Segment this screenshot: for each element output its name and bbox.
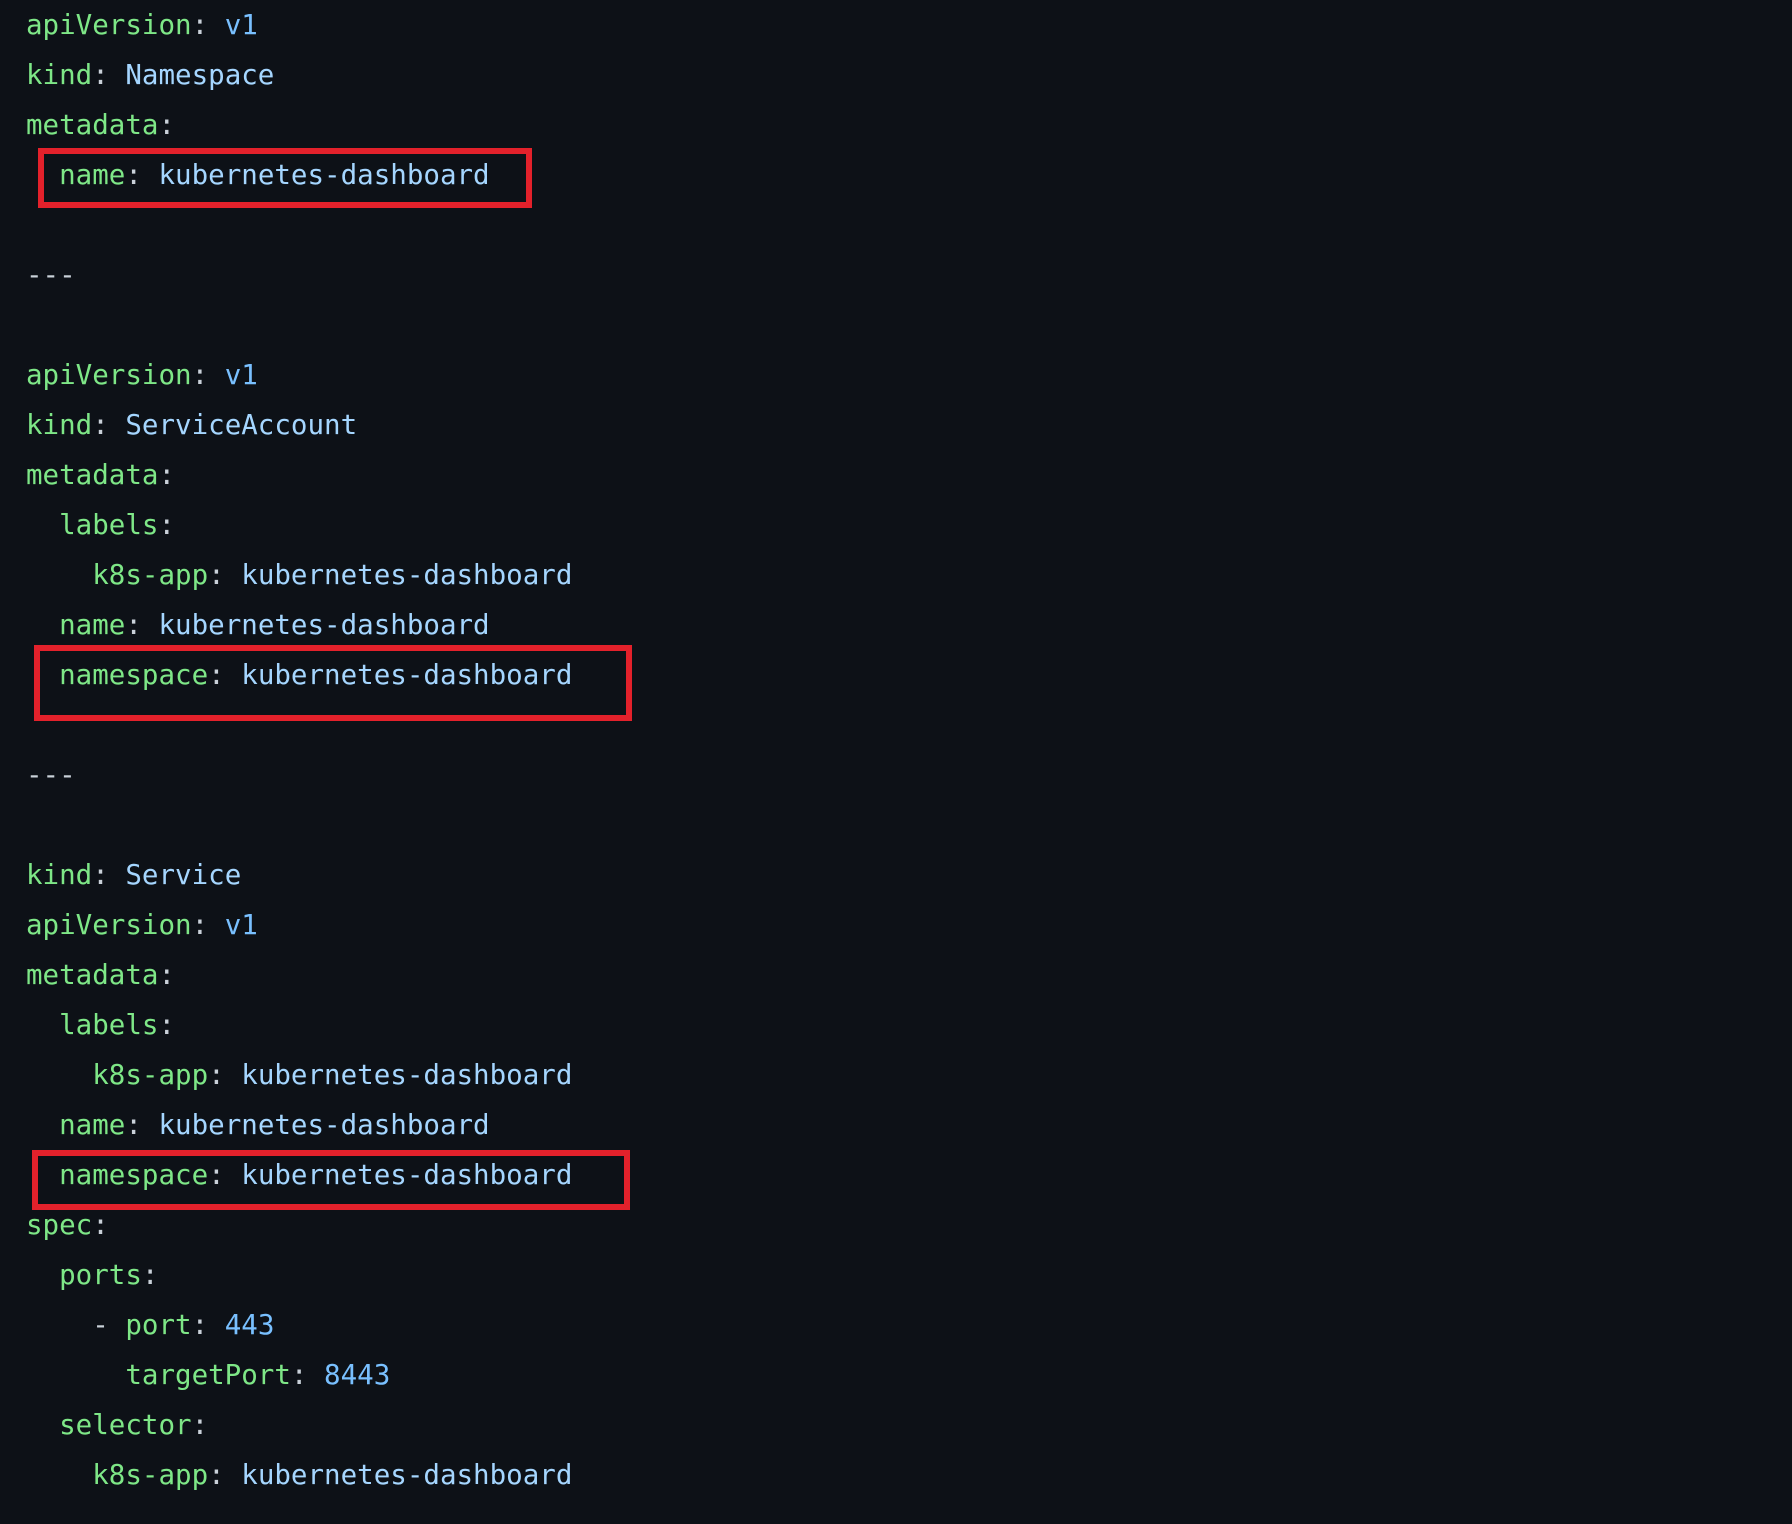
yaml-key: labels	[59, 1009, 159, 1041]
yaml-colon: :	[191, 1409, 209, 1441]
yaml-key: apiVersion	[26, 359, 192, 391]
yaml-colon: :	[92, 859, 109, 891]
code-line: labels:	[26, 1000, 572, 1050]
yaml-value: kubernetes-dashboard	[158, 1109, 490, 1141]
yaml-colon: :	[141, 1259, 159, 1291]
yaml-colon: :	[125, 1109, 142, 1141]
yaml-key: name	[59, 1109, 126, 1141]
yaml-colon: :	[191, 9, 209, 41]
code-line: kind: Service	[26, 850, 572, 900]
code-line: apiVersion: v1	[26, 900, 572, 950]
document-separator: ---	[26, 759, 76, 791]
yaml-key: targetPort	[125, 1359, 291, 1391]
yaml-value: kubernetes-dashboard	[158, 609, 490, 641]
code-line: k8s-app: kubernetes-dashboard	[26, 1050, 572, 1100]
code-line: kind: ServiceAccount	[26, 400, 572, 450]
yaml-colon: :	[92, 59, 109, 91]
yaml-value: kubernetes-dashboard	[241, 1059, 573, 1091]
yaml-colon: :	[158, 1009, 176, 1041]
code-line: name: kubernetes-dashboard	[26, 1100, 572, 1150]
yaml-key: k8s-app	[92, 1459, 209, 1491]
yaml-value: v1	[224, 9, 258, 41]
code-line: ---	[26, 250, 572, 300]
yaml-key: metadata	[26, 109, 159, 141]
code-line: selector:	[26, 1400, 572, 1450]
list-dash: -	[92, 1309, 126, 1341]
yaml-colon: :	[191, 359, 209, 391]
yaml-key: kind	[26, 409, 93, 441]
code-line: targetPort: 8443	[26, 1350, 572, 1400]
yaml-key: selector	[59, 1409, 192, 1441]
yaml-key: spec	[26, 1209, 93, 1241]
yaml-value: v1	[224, 359, 258, 391]
yaml-key: kind	[26, 59, 93, 91]
yaml-colon: :	[158, 959, 176, 991]
yaml-colon: :	[208, 1459, 225, 1491]
code-line: ports:	[26, 1250, 572, 1300]
code-line: metadata:	[26, 950, 572, 1000]
code-line: - port: 443	[26, 1300, 572, 1350]
yaml-colon: :	[125, 609, 142, 641]
yaml-value: v1	[224, 909, 258, 941]
yaml-code-block: apiVersion: v1 kind: Namespace metadata: n…	[26, 0, 572, 1500]
yaml-colon: :	[191, 909, 209, 941]
yaml-key: metadata	[26, 459, 159, 491]
yaml-value: Namespace	[125, 59, 275, 91]
code-line: kind: Namespace	[26, 50, 572, 100]
highlight-box-service-namespace	[32, 1150, 630, 1210]
code-line: k8s-app: kubernetes-dashboard	[26, 1450, 572, 1500]
yaml-key: port	[125, 1309, 192, 1341]
yaml-key: apiVersion	[26, 909, 192, 941]
code-line: apiVersion: v1	[26, 0, 572, 50]
yaml-value: 8443	[324, 1359, 391, 1391]
yaml-key: metadata	[26, 959, 159, 991]
yaml-value: 443	[224, 1309, 275, 1341]
yaml-value: kubernetes-dashboard	[241, 1459, 573, 1491]
code-line: k8s-app: kubernetes-dashboard	[26, 550, 572, 600]
yaml-value: ServiceAccount	[125, 409, 358, 441]
yaml-colon: :	[208, 1059, 225, 1091]
highlight-box-serviceaccount-namespace	[34, 645, 632, 721]
yaml-colon: :	[290, 1359, 308, 1391]
yaml-colon: :	[158, 109, 176, 141]
yaml-key: apiVersion	[26, 9, 192, 41]
yaml-colon: :	[158, 459, 176, 491]
yaml-key: labels	[59, 509, 159, 541]
yaml-value: kubernetes-dashboard	[241, 559, 573, 591]
code-line: metadata:	[26, 450, 572, 500]
yaml-key: ports	[59, 1259, 142, 1291]
yaml-colon: :	[158, 509, 176, 541]
code-line: ---	[26, 750, 572, 800]
yaml-value: Service	[125, 859, 242, 891]
yaml-key: k8s-app	[92, 1059, 209, 1091]
yaml-key: name	[59, 609, 126, 641]
yaml-colon: :	[92, 409, 109, 441]
yaml-colon: :	[92, 1209, 109, 1241]
code-line: labels:	[26, 500, 572, 550]
yaml-key: k8s-app	[92, 559, 209, 591]
highlight-box-namespace-name	[38, 148, 532, 208]
yaml-key: kind	[26, 859, 93, 891]
yaml-colon: :	[208, 559, 225, 591]
yaml-colon: :	[191, 1309, 209, 1341]
document-separator: ---	[26, 259, 76, 291]
code-line: apiVersion: v1	[26, 350, 572, 400]
code-line: metadata:	[26, 100, 572, 150]
code-line: name: kubernetes-dashboard	[26, 600, 572, 650]
